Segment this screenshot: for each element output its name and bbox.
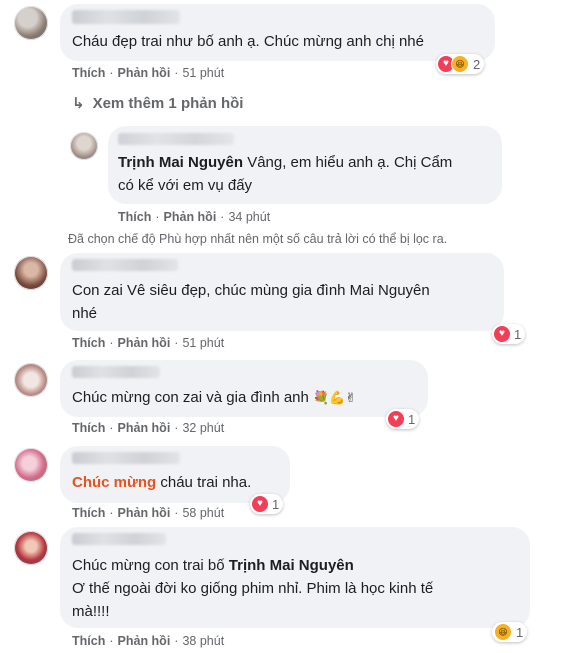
flexed-arm-emoji-icon: 💪 bbox=[329, 390, 346, 405]
reaction-count: 1 bbox=[514, 326, 522, 342]
avatar[interactable] bbox=[70, 132, 98, 160]
reaction-count: 1 bbox=[516, 624, 524, 640]
view-more-replies-link[interactable]: ↳ Xem thêm 1 phản hồi bbox=[72, 94, 243, 112]
comment-actions: Thích · Phản hồi · 38 phút bbox=[72, 634, 225, 648]
comment-actions: Thích · Phản hồi · 51 phút bbox=[72, 66, 225, 80]
reply-button[interactable]: Phản hồi bbox=[164, 210, 217, 224]
comment-text-line2: Ơ thế ngoài đời ko giống phim nhỉ. Phim … bbox=[72, 580, 434, 597]
commenter-name-blurred[interactable] bbox=[72, 259, 178, 271]
highlighted-text: Chúc mừng bbox=[72, 474, 157, 491]
victory-hand-emoji-icon: ✌ bbox=[345, 390, 357, 405]
avatar[interactable] bbox=[14, 448, 48, 482]
like-button[interactable]: Thích bbox=[72, 66, 105, 80]
heart-reaction-icon: ♥ bbox=[494, 326, 510, 342]
timestamp[interactable]: 38 phút bbox=[182, 634, 224, 648]
like-button[interactable]: Thích bbox=[72, 421, 105, 435]
timestamp[interactable]: 32 phút bbox=[182, 421, 224, 435]
reply-button[interactable]: Phản hồi bbox=[118, 66, 171, 80]
comment-text: Chúc mừng cháu trai nha. bbox=[72, 474, 252, 491]
reply-actions: Thích · Phản hồi · 34 phút bbox=[118, 210, 271, 224]
timestamp[interactable]: 51 phút bbox=[182, 66, 224, 80]
like-button[interactable]: Thích bbox=[72, 506, 105, 520]
heart-reaction-icon: ♥ bbox=[388, 411, 404, 427]
like-button[interactable]: Thích bbox=[72, 634, 105, 648]
avatar[interactable] bbox=[14, 531, 48, 565]
avatar[interactable] bbox=[14, 363, 48, 397]
commenter-name-blurred[interactable] bbox=[72, 366, 160, 378]
reply-text-line2: có kể với em vụ đấy bbox=[118, 177, 253, 194]
timestamp[interactable]: 58 phút bbox=[182, 506, 224, 520]
reply-arrow-icon: ↳ bbox=[72, 95, 85, 112]
avatar[interactable] bbox=[14, 256, 48, 290]
reply-name-partially-blurred[interactable] bbox=[118, 133, 234, 145]
comment-actions: Thích · Phản hồi · 51 phút bbox=[72, 336, 225, 350]
comment-text: Chúc mừng con trai bố Trịnh Mai Nguyên bbox=[72, 557, 354, 574]
avatar[interactable] bbox=[14, 6, 48, 40]
reaction-count: 1 bbox=[272, 496, 280, 512]
reaction-summary[interactable]: 😆 1 bbox=[492, 622, 528, 642]
commenter-name-blurred[interactable] bbox=[72, 452, 180, 464]
reaction-count: 1 bbox=[408, 411, 416, 427]
timestamp[interactable]: 51 phút bbox=[182, 336, 224, 350]
like-button[interactable]: Thích bbox=[72, 336, 105, 350]
comment-text-line3: mà!!!! bbox=[72, 603, 110, 620]
haha-reaction-icon: 😆 bbox=[494, 623, 512, 641]
bouquet-emoji-icon: 💐 bbox=[313, 390, 330, 405]
reply-button[interactable]: Phản hồi bbox=[118, 634, 171, 648]
mention-link[interactable]: Trịnh Mai Nguyên bbox=[118, 154, 243, 171]
comment-text: Cháu đẹp trai như bố anh ạ. Chúc mừng an… bbox=[72, 33, 424, 50]
commenter-name-blurred[interactable] bbox=[72, 533, 166, 545]
comment-text-line2: nhé bbox=[72, 305, 98, 322]
reply-button[interactable]: Phản hồi bbox=[118, 421, 171, 435]
mention-link[interactable]: Trịnh Mai Nguyên bbox=[229, 557, 354, 574]
heart-reaction-icon: ♥ bbox=[252, 496, 268, 512]
comment-actions: Thích · Phản hồi · 58 phút bbox=[72, 506, 225, 520]
haha-reaction-icon: 😆 bbox=[451, 55, 469, 73]
reply-button[interactable]: Phản hồi bbox=[118, 506, 171, 520]
reply-text: Trịnh Mai Nguyên Vâng, em hiểu anh ạ. Ch… bbox=[118, 154, 453, 171]
comment-text: Chúc mừng con zai và gia đình anh 💐💪✌ bbox=[72, 387, 356, 409]
comment-text: Con zai Vê siêu đẹp, chúc mùng gia đình … bbox=[72, 282, 430, 299]
reply-button[interactable]: Phản hồi bbox=[118, 336, 171, 350]
reaction-summary[interactable]: ♥ 1 bbox=[250, 494, 284, 514]
reaction-summary[interactable]: ♥ 😆 2 bbox=[436, 54, 485, 74]
reaction-summary[interactable]: ♥ 1 bbox=[386, 409, 420, 429]
reaction-summary[interactable]: ♥ 1 bbox=[492, 324, 526, 344]
commenter-name-blurred[interactable] bbox=[72, 10, 180, 24]
timestamp[interactable]: 34 phút bbox=[228, 210, 270, 224]
comment-actions: Thích · Phản hồi · 32 phút bbox=[72, 421, 225, 435]
reaction-count: 2 bbox=[473, 56, 481, 72]
like-button[interactable]: Thích bbox=[118, 210, 151, 224]
filter-notice: Đã chọn chế độ Phù hợp nhất nên một số c… bbox=[68, 232, 448, 246]
